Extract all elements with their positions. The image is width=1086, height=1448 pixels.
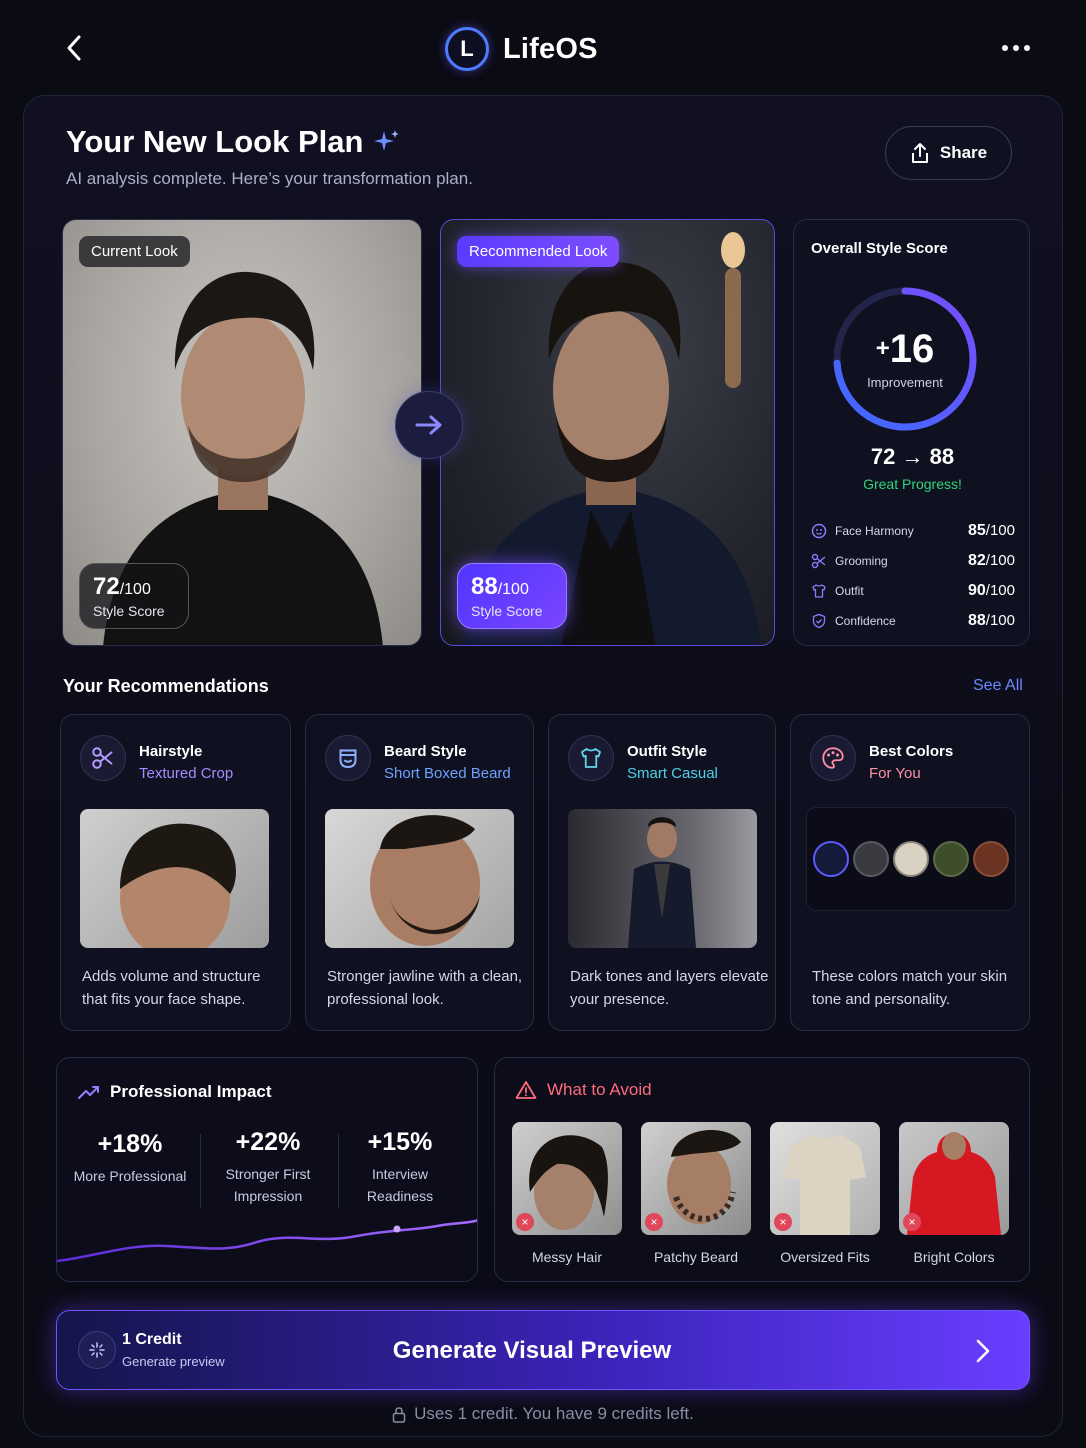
generate-preview-button[interactable]: 1 Credit Generate preview Generate Visua… <box>56 1310 1030 1390</box>
shirt-icon <box>812 584 826 598</box>
oversized-fits-image: × <box>770 1122 880 1235</box>
bright-colors-image: × <box>899 1122 1009 1235</box>
arrow-right-icon <box>415 415 442 435</box>
avoid-title: What to Avoid <box>547 1080 652 1099</box>
page-title: Your New Look Plan <box>66 124 401 160</box>
metric-face-harmony: Face Harmony 85/100 <box>811 522 1015 540</box>
face-icon <box>811 523 827 539</box>
scissors-icon <box>92 747 113 769</box>
beard-image <box>325 809 514 948</box>
current-look-tag: Current Look <box>79 236 190 267</box>
avoid-item[interactable]: × Oversized Fits <box>770 1122 880 1265</box>
messy-hair-image: × <box>512 1122 622 1235</box>
what-to-avoid-card: What to Avoid × Messy Hair × Patchy Bear… <box>494 1057 1030 1282</box>
more-dots-icon <box>1002 45 1008 51</box>
rec-card-hairstyle[interactable]: Hairstyle Textured Crop Adds volume and … <box>60 714 291 1031</box>
warning-icon <box>515 1081 537 1099</box>
color-swatches <box>806 807 1016 911</box>
color-swatch[interactable] <box>853 841 889 877</box>
lock-icon <box>392 1406 406 1423</box>
hairstyle-image <box>80 809 269 959</box>
more-options-button[interactable] <box>996 30 1036 66</box>
palette-icon <box>822 747 844 769</box>
recommended-look-photo: Recommended Look 88/100 Style Score <box>440 219 775 646</box>
share-button[interactable]: Share <box>885 126 1012 180</box>
sparkle-icon <box>374 130 400 151</box>
current-look-photo: Current Look 72/100 Style Score <box>62 219 422 646</box>
score-range: 72 → 88 <box>870 444 955 469</box>
rec-subtitle: Textured Crop <box>139 765 234 782</box>
rec-card-outfit-style[interactable]: Outfit Style Smart Casual Dark tones and… <box>548 714 776 1031</box>
rec-title: Hairstyle <box>139 743 203 760</box>
recommended-look-tag: Recommended Look <box>457 236 620 267</box>
impact-stat: +22% Stronger First Impression <box>225 1128 311 1204</box>
see-all-link[interactable]: See All <box>973 677 1023 695</box>
color-swatch[interactable] <box>813 841 849 877</box>
style-score-title: Overall Style Score <box>811 240 948 257</box>
rec-title: Beard Style <box>384 743 467 760</box>
improvement-value: +16 <box>875 326 935 371</box>
impact-title: Professional Impact <box>110 1082 272 1101</box>
metric-confidence: Confidence 88/100 <box>811 612 1015 630</box>
rec-card-beard-style[interactable]: Beard Style Short Boxed Beard Stronger j… <box>305 714 534 1031</box>
rec-description: Adds volume and structure that fits your… <box>82 968 261 1008</box>
shield-icon <box>812 613 826 629</box>
page-subtitle: AI analysis complete. Here’s your transf… <box>66 169 473 188</box>
back-button[interactable] <box>60 30 88 66</box>
avoid-item[interactable]: × Messy Hair <box>512 1122 622 1265</box>
recommendations-title: Your Recommendations <box>63 676 269 696</box>
avoid-item[interactable]: × Bright Colors <box>899 1122 1009 1265</box>
rec-subtitle: Short Boxed Beard <box>384 765 511 782</box>
metric-outfit: Outfit 90/100 <box>811 582 1015 600</box>
rec-title: Outfit Style <box>627 743 708 760</box>
trending-up-icon <box>78 1086 99 1099</box>
impact-trend-line <box>57 1219 477 1263</box>
color-swatch[interactable] <box>933 841 969 877</box>
credits-footnote: Uses 1 credit. You have 9 credits left. <box>0 1404 1086 1424</box>
rec-description: Dark tones and layers elevate your prese… <box>570 968 769 1008</box>
rec-subtitle: For You <box>869 765 921 782</box>
app-logo: L <box>445 27 489 71</box>
rec-description: These colors match your skin tone and pe… <box>812 968 1008 1008</box>
color-swatch[interactable] <box>893 841 929 877</box>
rec-card-best-colors[interactable]: Best Colors For You These colors match y… <box>790 714 1030 1031</box>
close-icon: × <box>774 1213 792 1231</box>
improvement-label: Improvement <box>867 374 943 390</box>
rec-title: Best Colors <box>869 743 954 760</box>
impact-stat: +15% Interview Readiness <box>366 1128 434 1204</box>
impact-stat: +18% More Professional <box>73 1130 187 1184</box>
close-icon: × <box>645 1213 663 1231</box>
app-name: LifeOS <box>503 32 598 65</box>
rec-description: Stronger jawline with a clean, professio… <box>327 968 523 1008</box>
close-icon: × <box>903 1213 921 1231</box>
rec-subtitle: Smart Casual <box>627 765 718 782</box>
progress-text: Great Progress! <box>863 476 962 492</box>
close-icon: × <box>516 1213 534 1231</box>
compare-arrow <box>395 391 463 459</box>
patchy-beard-image: × <box>641 1122 751 1235</box>
beard-icon <box>339 749 357 768</box>
current-score-badge: 72/100 Style Score <box>79 563 189 629</box>
metric-grooming: Grooming 82/100 <box>811 552 1015 570</box>
shirt-icon <box>581 748 601 768</box>
generate-label: Generate Visual Preview <box>392 1337 672 1364</box>
scissors-icon <box>811 553 826 569</box>
professional-impact-card: Professional Impact +18% More Profession… <box>56 1057 478 1282</box>
chevron-left-icon <box>67 35 81 61</box>
color-swatch[interactable] <box>973 841 1009 877</box>
chevron-right-icon <box>976 1339 990 1363</box>
share-icon <box>911 143 928 163</box>
avoid-item[interactable]: × Patchy Beard <box>641 1122 751 1265</box>
style-score-card: Overall Style Score +16 Improvement 72 →… <box>793 219 1030 646</box>
recommended-score-badge: 88/100 Style Score <box>457 563 567 629</box>
outfit-image <box>568 809 757 948</box>
app-brand: L LifeOS <box>445 26 598 72</box>
